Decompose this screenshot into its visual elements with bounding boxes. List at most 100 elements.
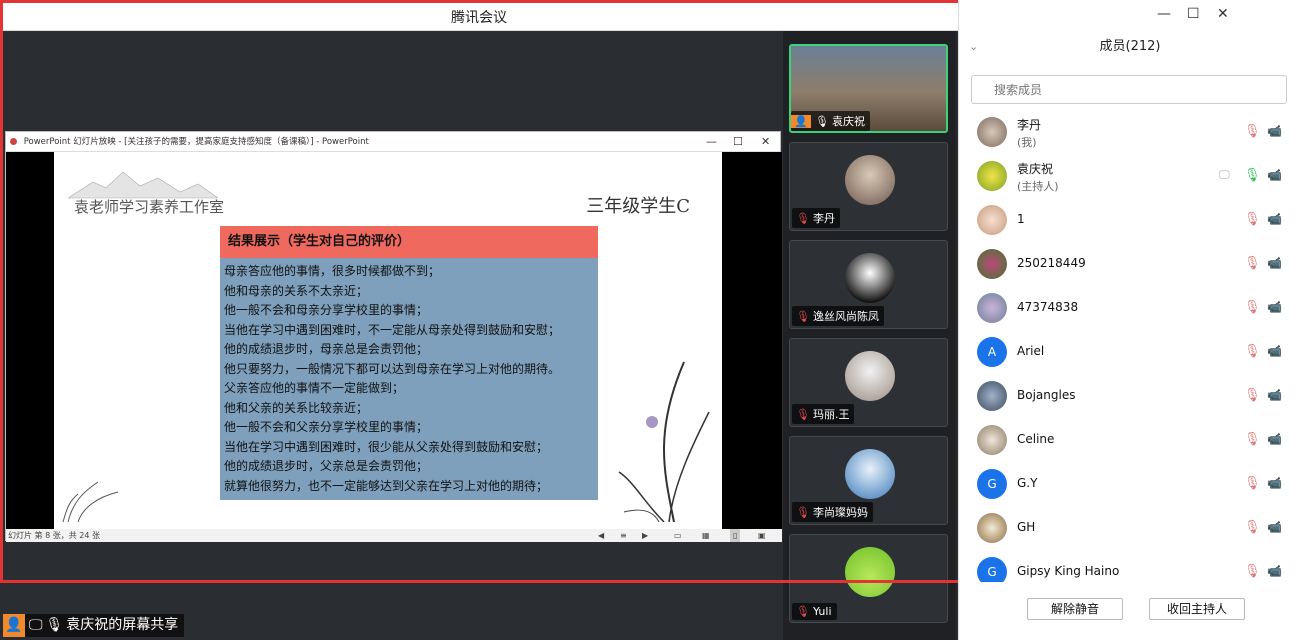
member-row[interactable]: 47374838 🎙 📹 [959, 286, 1300, 330]
member-row[interactable]: 250218449 🎙 📹 [959, 242, 1300, 286]
member-name: Ariel [1017, 344, 1045, 358]
camera-off-icon[interactable]: 📹 [1267, 476, 1282, 490]
student-grade: 三年级学生C [586, 196, 690, 217]
result-line: 他和母亲的关系不太亲近； [224, 283, 369, 298]
result-line: 他一般不会和父亲分享学校里的事情； [224, 420, 429, 434]
host-icon: 👤 [791, 115, 811, 128]
screen-share-icon: 🖵 [1219, 168, 1230, 181]
member-row[interactable]: GH 🎙 📹 [959, 506, 1300, 550]
maximize-icon[interactable]: ☐ [1187, 6, 1200, 22]
member-row[interactable]: A Ariel 🎙 📹 [959, 330, 1300, 374]
window-title: 腾讯会议 [451, 10, 507, 26]
mic-on-icon: 🎙 [45, 617, 64, 633]
mic-on-icon: 🎙 [815, 115, 829, 128]
mic-muted-icon[interactable]: 🎙 [1244, 212, 1261, 227]
member-name: 250218449 [1017, 256, 1086, 270]
member-row[interactable]: Bojangles 🎙 📹 [959, 374, 1300, 418]
camera-off-icon[interactable]: 📹 [1267, 520, 1282, 534]
menu-icon[interactable]: ≡ [620, 529, 627, 542]
member-avatar [977, 425, 1007, 455]
meeting-titlebar: 腾讯会议 [0, 0, 958, 31]
mic-muted-icon[interactable]: 🎙 [1244, 124, 1261, 139]
members-header[interactable]: ⌄ 成员(212) [959, 34, 1300, 60]
camera-off-icon[interactable]: 📹 [1267, 212, 1282, 226]
video-tile[interactable]: 🎙 李丹 [789, 142, 948, 231]
members-count: 成员(212) [1099, 39, 1161, 54]
member-list: 李丹 (我) 🎙 📹 袁庆祝 (主持人) 🖵 🎙 📹 1 🎙 📹 2502184… [959, 110, 1300, 582]
result-line: 他的成绩退步时，母亲总是会责罚他； [224, 342, 429, 356]
camera-off-icon[interactable]: 📹 [1267, 344, 1282, 358]
participant-avatar [845, 155, 895, 205]
tile-name-tag: 🎙 李丹 [792, 208, 840, 228]
powerpoint-window: PowerPoint 幻灯片放映 - [关注孩子的需要，提高家庭支持感知度（备课… [5, 131, 782, 542]
mic-muted-icon[interactable]: 🎙 [1244, 256, 1261, 271]
ppt-title-text: PowerPoint 幻灯片放映 - [关注孩子的需要，提高家庭支持感知度（备课… [23, 137, 369, 147]
next-slide-icon[interactable]: ▶ [642, 529, 648, 542]
member-avatar: A [977, 337, 1007, 367]
member-role: (主持人) [1017, 180, 1059, 193]
result-line: 当他在学习中遇到困难时，很少能从父亲处得到鼓励和安慰； [224, 439, 549, 454]
ppt-minimize-icon[interactable]: — [706, 132, 717, 152]
normal-view-icon[interactable]: ▭ [674, 529, 682, 542]
chevron-down-icon[interactable]: ⌄ [969, 34, 978, 60]
shared-screen: PowerPoint 幻灯片放映 - [关注孩子的需要，提高家庭支持感知度（备课… [5, 31, 782, 583]
mic-on-icon[interactable]: 🎙 [1244, 168, 1261, 183]
unmute-button[interactable]: 解除静音 [1027, 598, 1123, 620]
member-name: 李丹 [1017, 118, 1042, 132]
mic-muted-icon[interactable]: 🎙 [1244, 564, 1261, 579]
reclaim-host-button[interactable]: 收回主持人 [1149, 598, 1245, 620]
mic-muted-icon[interactable]: 🎙 [1244, 476, 1261, 491]
mic-muted-icon[interactable]: 🎙 [1244, 300, 1261, 315]
result-line: 他和父亲的关系比较亲近； [224, 400, 369, 415]
mic-muted-icon: 🎙 [796, 506, 810, 519]
mic-muted-icon[interactable]: 🎙 [1244, 432, 1261, 447]
reading-view-icon[interactable]: ▯ [730, 529, 741, 542]
mic-muted-icon[interactable]: 🎙 [1244, 344, 1261, 359]
member-row[interactable]: Celine 🎙 📹 [959, 418, 1300, 462]
result-heading: 结果展示（学生对自己的评价） [220, 226, 598, 258]
video-tile[interactable]: 🎙 李尚璨妈妈 [789, 436, 948, 525]
member-row[interactable]: G G.Y 🎙 📹 [959, 462, 1300, 506]
camera-off-icon[interactable]: 📹 [1267, 388, 1282, 402]
powerpoint-icon [10, 138, 17, 145]
tile-name-tag: 🎙 李尚璨妈妈 [792, 502, 873, 522]
sorter-view-icon[interactable]: ▦ [702, 529, 710, 542]
ppt-close-icon[interactable]: ✕ [761, 132, 770, 152]
mic-muted-icon: 🎙 [796, 605, 810, 618]
camera-off-icon[interactable]: 📹 [1267, 564, 1282, 578]
video-tile[interactable]: 🎙 玛丽.王 [789, 338, 948, 427]
video-strip: 👤 🎙 袁庆祝 🎙 李丹 🎙 逸丝风尚陈凤 🎙 玛丽.王 🎙 李尚璨妈妈 🎙 Yuli [783, 31, 956, 640]
search-input[interactable] [971, 75, 1287, 104]
video-tile[interactable]: 👤 🎙 袁庆祝 [789, 44, 948, 133]
screen-share-area: 腾讯会议 PowerPoint 幻灯片放映 - [关注孩子的需要，提高家庭支持感… [0, 0, 958, 640]
camera-off-icon[interactable]: 📹 [1267, 256, 1282, 270]
camera-off-icon[interactable]: 📹 [1267, 432, 1282, 446]
slideshow-view-icon[interactable]: ▣ [758, 529, 766, 542]
close-icon[interactable]: ✕ [1217, 6, 1229, 22]
member-row[interactable]: G Gipsy King Haino 🎙 📹 [959, 550, 1300, 582]
member-row[interactable]: 1 🎙 📹 [959, 198, 1300, 242]
member-name: G.Y [1017, 476, 1038, 490]
camera-off-icon[interactable]: 📹 [1267, 124, 1282, 138]
mic-muted-icon[interactable]: 🎙 [1244, 520, 1261, 535]
tile-name-tag: 🎙 玛丽.王 [792, 404, 855, 424]
camera-off-icon[interactable]: 📹 [1267, 300, 1282, 314]
mic-muted-icon[interactable]: 🎙 [1244, 388, 1261, 403]
mic-muted-icon: 🎙 [796, 212, 810, 225]
video-tile[interactable]: 🎙 Yuli [789, 534, 948, 623]
prev-slide-icon[interactable]: ◀ [598, 529, 604, 542]
member-avatar [977, 249, 1007, 279]
member-name: 47374838 [1017, 300, 1079, 314]
member-avatar [977, 161, 1007, 191]
result-line: 母亲答应他的事情，很多时候都做不到； [224, 264, 441, 278]
slide-counter: 幻灯片 第 8 张，共 24 张 [8, 531, 100, 540]
camera-icon[interactable]: 📹 [1267, 168, 1282, 182]
members-panel: — ☐ ✕ ⌄ 成员(212) ⌕ 李丹 (我) 🎙 📹 袁庆祝 (主持人) 🖵… [958, 0, 1300, 640]
result-line: 他的成绩退步时，父亲总是会责罚他； [224, 459, 429, 473]
member-row[interactable]: 李丹 (我) 🎙 📹 [959, 110, 1300, 154]
minimize-icon[interactable]: — [1157, 6, 1171, 22]
ppt-maximize-icon[interactable]: ☐ [733, 132, 743, 152]
member-row[interactable]: 袁庆祝 (主持人) 🖵 🎙 📹 [959, 154, 1300, 198]
member-avatar [977, 381, 1007, 411]
video-tile[interactable]: 🎙 逸丝风尚陈凤 [789, 240, 948, 329]
